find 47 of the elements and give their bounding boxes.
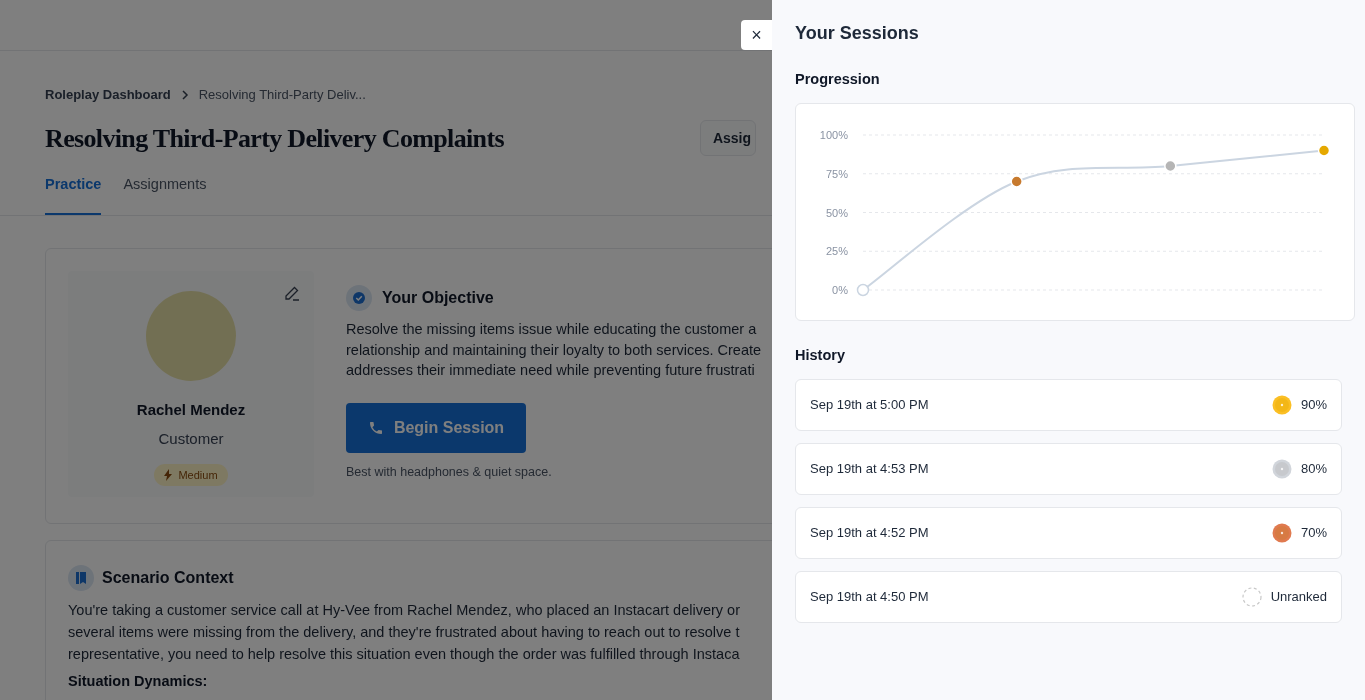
drawer-title: Your Sessions <box>795 22 920 45</box>
axis-label: 50% <box>825 206 848 219</box>
axis-label: 100% <box>819 128 848 141</box>
persona-role: Customer <box>158 428 224 449</box>
session-time: Sep 19th at 5:00 PM <box>810 395 929 414</box>
data-point <box>856 283 870 296</box>
phone-icon <box>367 419 384 436</box>
chevron-right-icon <box>180 89 189 100</box>
book-icon <box>68 565 94 592</box>
edit-icon[interactable] <box>284 285 300 302</box>
axis-label: 75% <box>825 167 848 180</box>
data-point <box>1010 175 1023 188</box>
axis-label: 25% <box>825 245 848 257</box>
history-row[interactable]: Sep 19th at 5:00 PM 90% <box>795 378 1342 431</box>
difficulty-label: Medium <box>178 468 218 483</box>
lightning-icon <box>164 469 173 482</box>
section-title: History <box>795 345 846 365</box>
context-text: You're taking a customer service call at Hy-Vee from Rachel Mendez, who placed an Instacart delivery or several items were missing from the delivery, and they're frustrated about having to reach out to resolve t representative, you need to help resolve this situation even though the order was fulfilled through Instaca <box>68 601 741 665</box>
persona-name: Rachel Mendez <box>136 400 246 421</box>
data-point <box>1164 159 1177 172</box>
subheading: Situation Dynamics: <box>68 672 209 692</box>
objective-text: Resolve the missing items issue while educating the customer a relationship and maintaining their loyalty to both services. Create addresses their immediate need while preventing future frustrati <box>346 320 762 381</box>
session-time: Sep 19th at 4:50 PM <box>810 587 929 606</box>
breadcrumb-link[interactable]: Resolving Third-Party Deliv... <box>198 85 366 105</box>
header-button[interactable]: Assig <box>699 120 757 156</box>
history-row[interactable]: Sep 19th at 4:52 PM 70% <box>795 506 1342 559</box>
breadcrumb-link[interactable]: Roleplay Dashboard <box>45 85 171 105</box>
hint-text: Best with headphones & quiet space. <box>346 463 553 481</box>
session-score: 80% <box>1300 459 1327 478</box>
session-time: Sep 19th at 4:53 PM <box>810 459 929 478</box>
session-score: Unranked <box>1270 587 1327 606</box>
session-score: 70% <box>1300 523 1327 542</box>
tab[interactable]: Assignments <box>123 173 207 216</box>
data-point <box>1317 144 1331 157</box>
tab[interactable]: Practice <box>45 173 102 216</box>
page-title: Resolving Third-Party Delivery Complaints <box>45 122 504 155</box>
begin-session-button[interactable]: Begin Session <box>346 402 526 453</box>
axis-label: 0% <box>832 283 848 296</box>
close-button[interactable]: × <box>741 20 772 50</box>
section-title: Progression <box>795 70 881 89</box>
session-time: Sep 19th at 4:52 PM <box>810 523 929 542</box>
session-score: 90% <box>1300 395 1327 414</box>
check-badge-icon <box>346 285 372 312</box>
history-row[interactable]: Sep 19th at 4:53 PM 80% <box>795 442 1342 495</box>
section-title: Your Objective <box>382 288 494 309</box>
section-title: Scenario Context <box>102 568 234 589</box>
history-row[interactable]: Sep 19th at 4:50 PM Unranked <box>795 570 1342 623</box>
